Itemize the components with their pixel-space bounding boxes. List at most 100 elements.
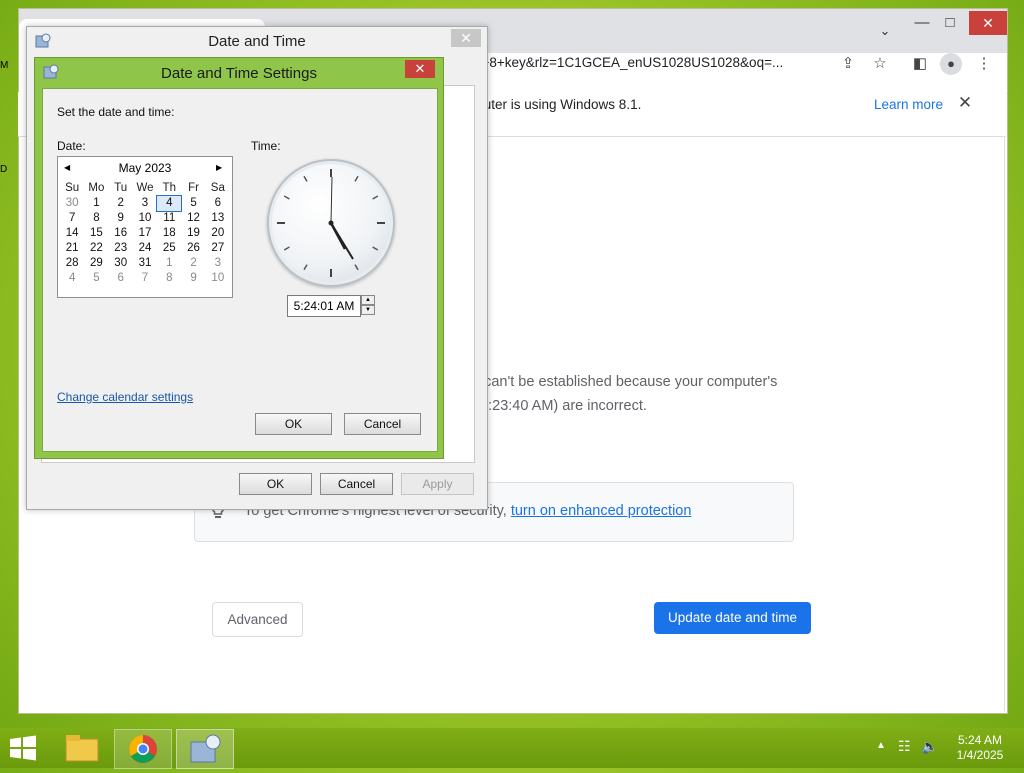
weekday-label: Th [162,182,176,194]
address-bar[interactable]: dows+8+key&rlz=1C1GCEA_enUS1028US1028&oq… [450,50,820,76]
update-date-time-button[interactable]: Update date and time [654,602,811,634]
date-time-settings-dialog: Date and Time Settings ✕ Set the date an… [34,57,444,459]
calendar-day[interactable]: 2 [109,196,133,211]
side-panel-icon[interactable]: ◧ [908,52,932,76]
date-time-taskbar-button[interactable] [176,729,234,769]
change-calendar-settings-link[interactable]: Change calendar settings [57,390,193,404]
calendar-month-year[interactable]: May 2023 [58,161,232,175]
calendar-day[interactable]: 30 [109,256,133,271]
instruction-label: Set the date and time: [57,105,175,119]
calendar-day[interactable]: 8 [84,211,108,226]
settings-close-button[interactable]: ✕ [405,60,435,78]
volume-icon[interactable]: 🔈 [921,738,938,755]
error-line-2: t 5:23:40 AM) are incorrect. [472,398,647,414]
calendar-day[interactable]: 6 [109,271,133,286]
calendar-day[interactable]: 24 [133,241,157,256]
settings-dialog-body: Set the date and time: Date: Time: ◀ May… [42,88,438,452]
date-time-ok-button[interactable]: OK [239,473,312,495]
calendar-day[interactable]: 22 [84,241,108,256]
calendar-day[interactable]: 28 [60,256,84,271]
learn-more-link[interactable]: Learn more [874,97,943,112]
calendar-day[interactable]: 10 [206,271,230,286]
calendar-day[interactable]: 9 [109,211,133,226]
calendar-day[interactable]: 2 [181,256,205,271]
network-icon[interactable]: ☷ [898,738,911,755]
calendar-day[interactable]: 6 [206,196,230,211]
calendar-day[interactable]: 9 [181,271,205,286]
calendar-day[interactable]: 27 [206,241,230,256]
share-icon[interactable]: ⇪ [836,52,860,76]
weekday-label: Fr [188,182,199,194]
date-time-cancel-button[interactable]: Cancel [320,473,393,495]
calendar-day[interactable]: 7 [60,211,84,226]
calendar-day[interactable]: 8 [157,271,181,286]
calendar-day[interactable]: 26 [181,241,205,256]
next-month-arrow-icon[interactable]: ▶ [216,162,226,174]
desktop-icon-fragment: M [0,60,9,71]
calendar-week-row: 30 1 2 3 4 5 6 [60,195,230,212]
spin-up-icon[interactable]: ▲ [361,295,375,305]
calendar-day[interactable]: 10 [133,211,157,226]
infobar-close-icon[interactable]: ✕ [955,93,975,113]
calendar-day[interactable]: 31 [133,256,157,271]
tab-search-icon[interactable]: ⌄ [875,23,895,43]
calendar-day[interactable]: 1 [84,196,108,211]
start-button[interactable] [8,735,38,761]
calendar-day[interactable]: 3 [206,256,230,271]
show-hidden-icons[interactable]: ▲ [876,740,886,751]
advanced-button[interactable]: Advanced [212,602,303,637]
weekday-label: Tu [114,182,128,194]
profile-avatar[interactable]: ● [940,53,962,75]
calendar-week-row: 21 22 23 24 25 26 27 [60,241,230,256]
time-label: Time: [251,139,281,153]
weekday-label: Sa [210,182,225,194]
calendar-day[interactable]: 25 [157,241,181,256]
calendar-day[interactable]: 4 [156,195,183,212]
content-edge [1004,136,1005,711]
error-description: n can't be established because your comp… [472,370,777,418]
spin-down-icon[interactable]: ▼ [361,305,375,315]
calendar-day[interactable]: 7 [133,271,157,286]
minute-hand [330,222,354,260]
chrome-taskbar-button[interactable] [114,729,172,769]
calendar-week-row: 4 5 6 7 8 9 10 [60,271,230,286]
calendar-day[interactable]: 3 [133,196,157,211]
taskbar-clock[interactable]: 5:24 AM 1/4/2025 [950,733,1010,763]
weekday-label: We [136,182,154,194]
calendar-day[interactable]: 13 [206,211,230,226]
desktop-icon-fragment: D [0,164,8,175]
calendar-day[interactable]: 11 [157,211,181,226]
calendar-day[interactable]: 14 [60,226,84,241]
clock-time: 5:24 AM [957,733,1003,747]
weekday-label: Su [65,182,80,194]
date-time-apply-button[interactable]: Apply [401,473,474,495]
calendar-day[interactable]: 5 [181,196,205,211]
calendar-day[interactable]: 29 [84,256,108,271]
menu-kebab-icon[interactable]: ⋮ [972,52,996,76]
bookmark-star-icon[interactable]: ☆ [868,52,892,76]
calendar-weekday-header: Su Mo Tu We Th Fr Sa [60,181,230,196]
calendar-day[interactable]: 12 [181,211,205,226]
calendar-day[interactable]: 17 [133,226,157,241]
calendar-day[interactable]: 18 [157,226,181,241]
maximize-button[interactable]: □ [933,11,967,35]
settings-ok-button[interactable]: OK [255,413,332,435]
close-window-button[interactable]: ✕ [969,11,1007,35]
calendar-day[interactable]: 20 [206,226,230,241]
calendar-day[interactable]: 30 [60,196,84,211]
calendar-day[interactable]: 21 [60,241,84,256]
calendar-day[interactable]: 19 [181,226,205,241]
calendar-day[interactable]: 1 [157,256,181,271]
date-time-dialog-title: Date and Time [208,33,306,50]
calendar-day[interactable]: 23 [109,241,133,256]
calendar-day[interactable]: 16 [109,226,133,241]
calendar-day[interactable]: 15 [84,226,108,241]
date-time-close-button[interactable]: ✕ [451,29,481,47]
enhanced-protection-link[interactable]: turn on enhanced protection [511,503,692,519]
time-spinner[interactable]: ▲ ▼ [361,295,375,315]
settings-cancel-button[interactable]: Cancel [344,413,421,435]
file-explorer-taskbar-button[interactable] [54,729,110,767]
time-input[interactable]: 5:24:01 AM [287,295,361,317]
calendar-day[interactable]: 4 [60,271,84,286]
calendar-day[interactable]: 5 [84,271,108,286]
